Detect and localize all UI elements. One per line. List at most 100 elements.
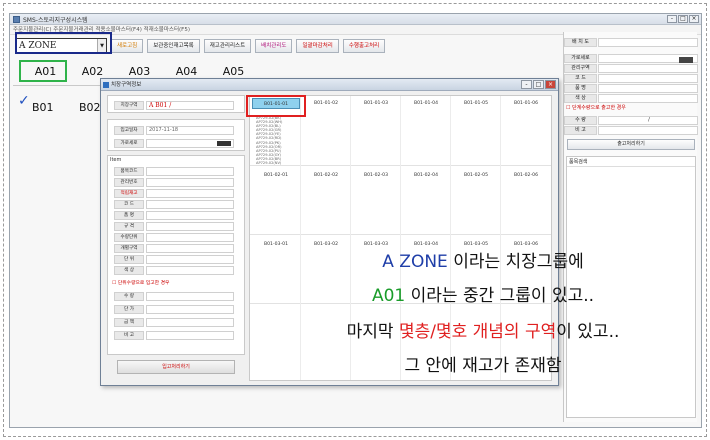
form-label: 금 액 bbox=[114, 317, 144, 327]
rp-value[interactable] bbox=[598, 93, 698, 103]
rp-value[interactable] bbox=[598, 53, 698, 63]
form-field[interactable] bbox=[146, 177, 234, 187]
location-cell[interactable]: B01-02-02 bbox=[302, 170, 350, 181]
form-label: 품목코드 bbox=[114, 166, 144, 176]
annotation-text: 마지막 bbox=[346, 322, 399, 342]
inventory-list-button[interactable]: 재고관리리스트 bbox=[203, 39, 252, 53]
minimize-icon[interactable]: - bbox=[521, 80, 532, 89]
form-row: 비 고 bbox=[114, 330, 234, 340]
location-cell[interactable]: B01-02-04 bbox=[402, 170, 450, 181]
rp-label: 수 량 bbox=[564, 115, 597, 125]
zone-box: 치장구역 A B01 / bbox=[107, 95, 245, 113]
form-row: 관리번호 bbox=[114, 177, 234, 187]
location-cell[interactable]: B01-01-02 bbox=[302, 98, 350, 109]
rp-value[interactable] bbox=[598, 73, 698, 83]
form-label: 치장구역 bbox=[114, 100, 144, 110]
stock-list-button[interactable]: 보관중인재고목록 bbox=[147, 39, 200, 53]
shipping-button[interactable]: 수행출고처리 bbox=[342, 39, 386, 53]
location-cell[interactable]: B01-02-03 bbox=[352, 170, 400, 181]
ship-out-button[interactable]: 출고처리하기 bbox=[567, 139, 695, 150]
location-cell[interactable]: B01-03-01 bbox=[252, 239, 300, 250]
form-field[interactable] bbox=[146, 291, 234, 301]
layout-button[interactable]: 배치관리도 bbox=[255, 39, 293, 53]
batch-close-button[interactable]: 일괄마감처리 bbox=[296, 39, 339, 53]
rp-label: 비 고 bbox=[564, 125, 597, 135]
form-label: 관리번호 bbox=[114, 177, 144, 187]
window-controls: - □ × bbox=[667, 15, 699, 23]
form-row: 적립재고 bbox=[114, 188, 234, 198]
color-swatch bbox=[217, 140, 231, 146]
form-field[interactable] bbox=[146, 221, 234, 231]
rp-row: 색 상 bbox=[564, 93, 698, 103]
rp-row: 수 량 / bbox=[564, 115, 698, 125]
location-cell[interactable]: B01-02-01 bbox=[252, 170, 300, 181]
form-field[interactable] bbox=[146, 210, 234, 220]
form-field[interactable] bbox=[146, 188, 234, 198]
rp-value[interactable] bbox=[598, 125, 698, 135]
maximize-icon[interactable]: □ bbox=[533, 80, 544, 89]
form-label: 가로세로 bbox=[114, 138, 144, 148]
annotation-floor: 몇층/몇호 개념의 bbox=[398, 322, 520, 342]
cell-highlight-box bbox=[246, 95, 306, 117]
form-field[interactable] bbox=[146, 317, 234, 327]
location-cell[interactable]: B01-02-05 bbox=[452, 170, 500, 181]
unit-qty-checkbox-label: 단위수량으로 입고한 경우 bbox=[117, 281, 170, 286]
form-field[interactable] bbox=[146, 330, 234, 340]
minimize-icon[interactable]: - bbox=[667, 15, 677, 23]
form-field[interactable] bbox=[146, 304, 234, 314]
form-field[interactable] bbox=[146, 232, 234, 242]
rp-label: 코 드 bbox=[564, 73, 597, 83]
location-cell[interactable]: B01-03-05 bbox=[452, 239, 500, 250]
rp-value[interactable] bbox=[598, 83, 698, 93]
annotation-text: 이라는 중간 그룹이 있고.. bbox=[405, 286, 595, 306]
refresh-button[interactable]: 새로고침 bbox=[111, 39, 144, 53]
rp-row: 관리구역 bbox=[564, 63, 698, 73]
unit-checkbox[interactable]: ☐ 단계수량으로 출고한 경우 bbox=[566, 104, 626, 111]
annotation-line-2: A01 이라는 중간 그룹이 있고.. bbox=[263, 286, 703, 306]
form-field[interactable] bbox=[146, 254, 234, 264]
color-swatch bbox=[679, 56, 693, 63]
close-icon[interactable]: × bbox=[689, 15, 699, 23]
form-label: 수 량 bbox=[114, 291, 144, 301]
location-cell[interactable]: B01-01-06 bbox=[502, 98, 550, 109]
rp-row: 코 드 bbox=[564, 73, 698, 83]
form-row: 입고일자 2017-11-18 bbox=[114, 125, 234, 135]
form-row: 코 드 bbox=[114, 199, 234, 209]
maximize-icon[interactable]: □ bbox=[678, 15, 688, 23]
location-cell[interactable]: B01-01-03 bbox=[352, 98, 400, 109]
rp-value[interactable] bbox=[598, 37, 698, 47]
form-row: 단 위 bbox=[114, 254, 234, 264]
form-field[interactable] bbox=[146, 265, 234, 275]
form-field[interactable] bbox=[146, 199, 234, 209]
location-cell[interactable]: B01-02-06 bbox=[502, 170, 550, 181]
location-cell[interactable]: B01-03-04 bbox=[402, 239, 450, 250]
location-cell[interactable]: B01-03-06 bbox=[502, 239, 550, 250]
form-row: 수 량 bbox=[114, 291, 234, 301]
close-icon[interactable]: × bbox=[545, 80, 556, 89]
stock-item-list: AP729-02(BK) AP729-02(WH) AP729-02(BL) A… bbox=[256, 116, 300, 165]
form-row: 품 명 bbox=[114, 210, 234, 220]
location-cell[interactable]: B01-01-05 bbox=[452, 98, 500, 109]
stock-in-button[interactable]: 입고처리하기 bbox=[117, 360, 235, 374]
rp-value[interactable]: / bbox=[598, 115, 698, 125]
annotation-line-4: 그 안에 재고가 존재함 bbox=[263, 356, 703, 376]
form-label: 비 고 bbox=[114, 330, 144, 340]
form-field[interactable] bbox=[146, 243, 234, 253]
zone-cell[interactable]: B01 bbox=[32, 101, 79, 117]
date-field[interactable]: 2017-11-18 bbox=[146, 125, 234, 135]
form-label: 단 위 bbox=[114, 254, 144, 264]
form-row: 품목코드 bbox=[114, 166, 234, 176]
unit-qty-checkbox[interactable]: ☐ 단위수량으로 입고한 경우 bbox=[112, 279, 169, 286]
annotation-text: 그 안에 재고가 존재함 bbox=[404, 356, 562, 376]
dialog-controls: - □ × bbox=[521, 80, 556, 89]
location-cell[interactable]: B01-03-02 bbox=[302, 239, 350, 250]
form-label: 색 상 bbox=[114, 265, 144, 275]
dialog-form: 치장구역 A B01 / 입고일자 2017-11-18 가로세로 Item 품… bbox=[107, 95, 245, 381]
size-field[interactable] bbox=[146, 138, 234, 148]
location-cell[interactable]: B01-03-03 bbox=[352, 239, 400, 250]
form-field[interactable] bbox=[146, 166, 234, 176]
stock-item: AP729-02(NV) bbox=[256, 161, 282, 166]
rp-value[interactable] bbox=[598, 63, 698, 73]
form-label: 규 격 bbox=[114, 221, 144, 231]
location-cell[interactable]: B01-01-04 bbox=[402, 98, 450, 109]
